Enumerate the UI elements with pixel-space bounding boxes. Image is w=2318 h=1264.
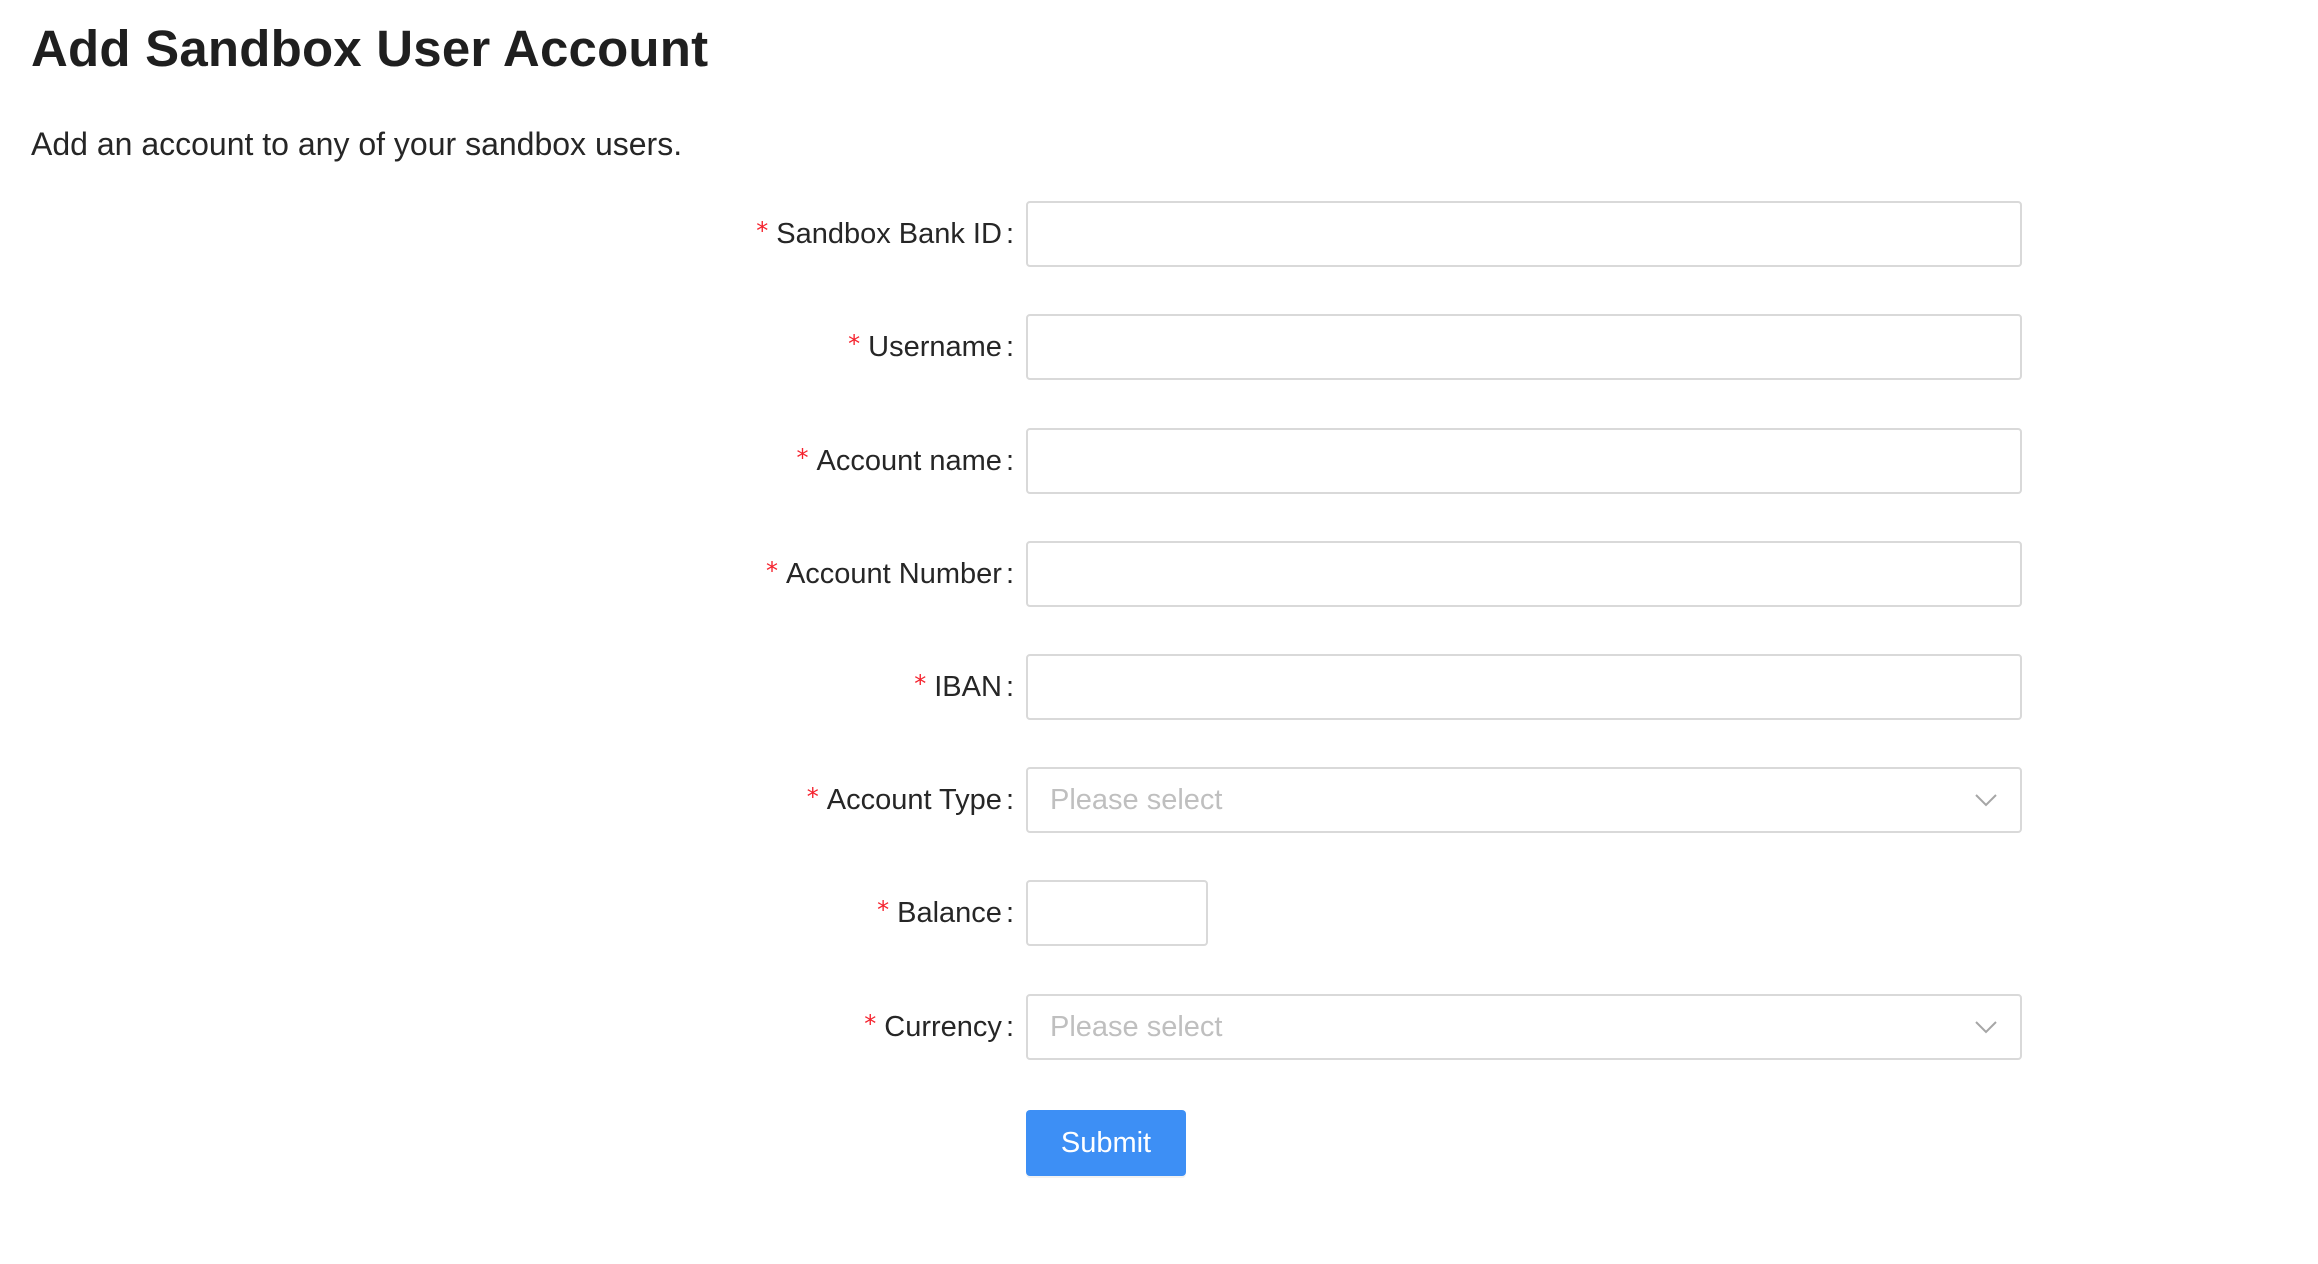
account-number-label-text: Account Number <box>785 557 1002 590</box>
account-type-select[interactable]: Please select <box>1026 767 2022 833</box>
label-colon: : <box>1005 783 1014 816</box>
chevron-down-icon <box>1974 788 1998 812</box>
account-name-label-text: Account name <box>816 444 1002 477</box>
account-name-label: * Account name : <box>797 428 1014 494</box>
required-marker: * <box>765 557 778 585</box>
form-row-sandbox-bank-id: * Sandbox Bank ID : <box>0 201 2318 267</box>
form-row-account-name: * Account name : <box>0 428 2318 494</box>
balance-label-text: Balance <box>897 896 1002 929</box>
balance-label: * Balance : <box>877 880 1014 946</box>
label-colon: : <box>1005 896 1014 929</box>
page-subtitle: Add an account to any of your sandbox us… <box>31 126 683 162</box>
label-colon: : <box>1005 330 1014 363</box>
form-row-account-number: * Account Number : <box>0 541 2318 607</box>
account-name-input[interactable] <box>1026 428 2022 494</box>
required-marker: * <box>864 1010 877 1038</box>
label-colon: : <box>1005 1010 1014 1043</box>
account-type-label-text: Account Type <box>826 783 1002 816</box>
account-number-input[interactable] <box>1026 541 2022 607</box>
balance-input[interactable] <box>1026 880 1208 946</box>
account-number-label: * Account Number : <box>766 541 1014 607</box>
page-title: Add Sandbox User Account <box>31 20 709 77</box>
username-label: * Username : <box>848 314 1014 380</box>
sandbox-bank-id-label-text: Sandbox Bank ID <box>776 217 1002 250</box>
currency-label: * Currency : <box>864 994 1014 1060</box>
iban-label: * IBAN : <box>914 654 1014 720</box>
currency-label-text: Currency <box>884 1010 1002 1043</box>
sandbox-bank-id-input[interactable] <box>1026 201 2022 267</box>
label-colon: : <box>1005 670 1014 703</box>
username-label-text: Username <box>868 330 1002 363</box>
submit-button[interactable]: Submit <box>1026 1110 1186 1176</box>
iban-input[interactable] <box>1026 654 2022 720</box>
currency-select[interactable]: Please select <box>1026 994 2022 1060</box>
form-row-balance: * Balance : <box>0 880 2318 946</box>
iban-label-text: IBAN <box>934 670 1002 703</box>
label-colon: : <box>1005 557 1014 590</box>
required-marker: * <box>806 783 819 811</box>
chevron-down-icon <box>1974 1015 1998 1039</box>
account-type-label: * Account Type : <box>807 767 1014 833</box>
form-row-account-type: * Account Type : Please select <box>0 767 2318 833</box>
label-colon: : <box>1005 444 1014 477</box>
currency-placeholder: Please select <box>1050 1010 1223 1043</box>
label-colon: : <box>1005 217 1014 250</box>
required-marker: * <box>756 217 769 245</box>
required-marker: * <box>914 670 927 698</box>
account-type-placeholder: Please select <box>1050 783 1223 816</box>
required-marker: * <box>877 896 890 924</box>
required-marker: * <box>848 330 861 358</box>
form-row-currency: * Currency : Please select <box>0 994 2318 1060</box>
form-row-username: * Username : <box>0 314 2318 380</box>
form-row-iban: * IBAN : <box>0 654 2318 720</box>
required-marker: * <box>796 444 809 472</box>
sandbox-bank-id-label: * Sandbox Bank ID : <box>756 201 1014 267</box>
username-input[interactable] <box>1026 314 2022 380</box>
